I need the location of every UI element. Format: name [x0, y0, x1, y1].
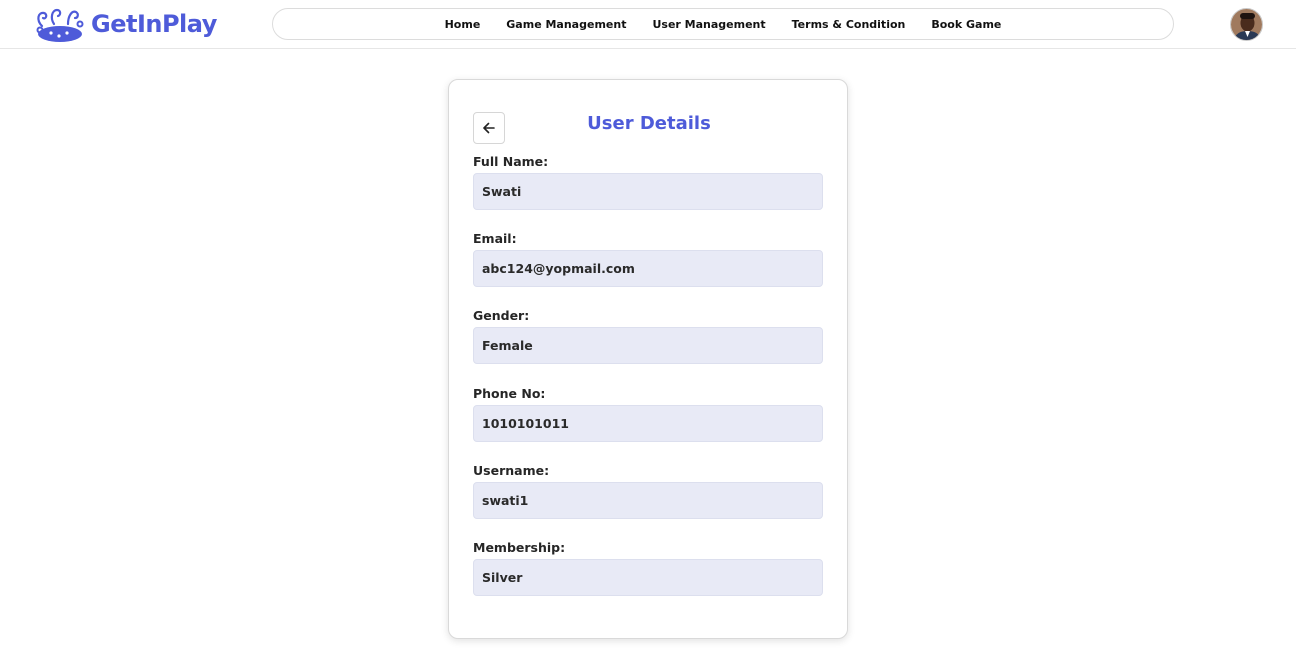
gender-field[interactable]: Female: [473, 327, 823, 364]
page-title: User Details: [587, 113, 711, 134]
email-field[interactable]: abc124@yopmail.com: [473, 250, 823, 287]
main-nav: Home Game Management User Management Ter…: [272, 8, 1174, 40]
nav-link-home[interactable]: Home: [445, 18, 481, 31]
nav-link-user-management[interactable]: User Management: [652, 18, 765, 31]
field-label: Phone No:: [473, 386, 546, 401]
field-email: Email: abc124@yopmail.com: [473, 230, 823, 287]
field-label: Gender:: [473, 308, 530, 323]
user-avatar[interactable]: [1230, 8, 1263, 41]
field-label: Full Name:: [473, 154, 549, 169]
nav-link-book-game[interactable]: Book Game: [931, 18, 1001, 31]
field-label: Email:: [473, 231, 517, 246]
top-navbar: GetInPlay Home Game Management User Mana…: [0, 0, 1296, 49]
user-details-card: User Details Full Name: Swati Email: abc…: [448, 79, 848, 639]
field-phone: Phone No: 1010101011: [473, 385, 823, 442]
field-full-name: Full Name: Swati: [473, 153, 823, 210]
full-name-field[interactable]: Swati: [473, 173, 823, 210]
brand-name: GetInPlay: [91, 10, 217, 38]
membership-field[interactable]: Silver: [473, 559, 823, 596]
gamepad-logo-icon: [36, 8, 84, 42]
field-gender: Gender: Female: [473, 307, 823, 364]
field-label: Username:: [473, 463, 550, 478]
nav-link-terms-condition[interactable]: Terms & Condition: [792, 18, 906, 31]
brand[interactable]: GetInPlay: [34, 6, 217, 42]
field-label: Membership:: [473, 540, 566, 555]
username-field[interactable]: swati1: [473, 482, 823, 519]
nav-link-game-management[interactable]: Game Management: [506, 18, 626, 31]
phone-field[interactable]: 1010101011: [473, 405, 823, 442]
field-membership: Membership: Silver: [473, 539, 823, 596]
field-username: Username: swati1: [473, 462, 823, 519]
